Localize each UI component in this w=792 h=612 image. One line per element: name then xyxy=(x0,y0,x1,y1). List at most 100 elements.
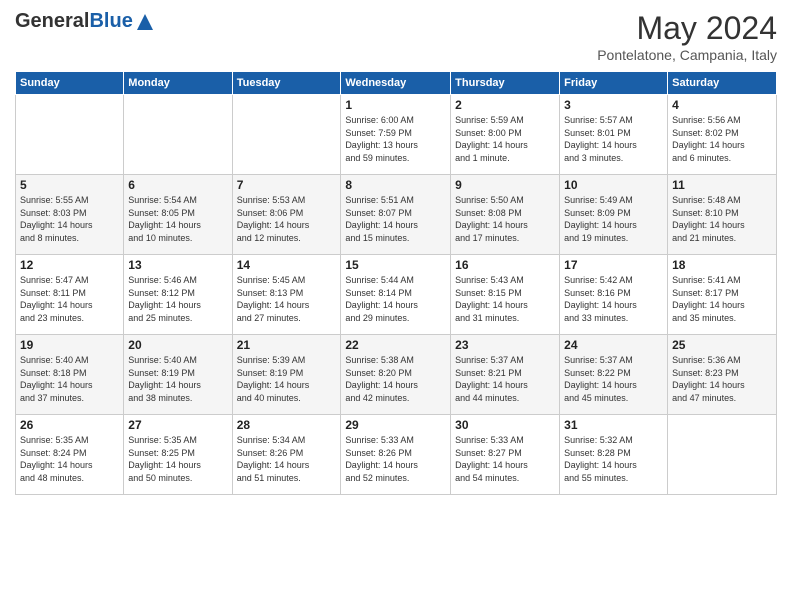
page: GeneralBlue May 2024 Pontelatone, Campan… xyxy=(0,0,792,612)
day-info: Sunrise: 5:33 AM Sunset: 8:27 PM Dayligh… xyxy=(455,434,555,484)
table-row: 3 Sunrise: 5:57 AM Sunset: 8:01 PM Daylig… xyxy=(560,95,668,175)
day-info: Sunrise: 5:57 AM Sunset: 8:01 PM Dayligh… xyxy=(564,114,663,164)
day-info: Sunrise: 5:37 AM Sunset: 8:22 PM Dayligh… xyxy=(564,354,663,404)
col-friday: Friday xyxy=(560,72,668,95)
day-number: 21 xyxy=(237,338,337,352)
week-row-0: 1Sunrise: 6:00 AM Sunset: 7:59 PM Daylig… xyxy=(16,95,777,175)
table-row: 26Sunrise: 5:35 AM Sunset: 8:24 PM Dayli… xyxy=(16,415,124,495)
logo-general-text: General xyxy=(15,10,89,32)
day-number: 27 xyxy=(128,418,227,432)
logo: GeneralBlue xyxy=(15,10,155,33)
col-sunday: Sunday xyxy=(16,72,124,95)
table-row: 22 Sunrise: 5:38 AM Sunset: 8:20 PM Dayli… xyxy=(341,335,451,415)
week-row-1: 5 Sunrise: 5:55 AM Sunset: 8:03 PM Daylig… xyxy=(16,175,777,255)
table-row: 8 Sunrise: 5:51 AM Sunset: 8:07 PM Daylig… xyxy=(341,175,451,255)
day-number: 10 xyxy=(564,178,663,192)
table-row: 23 Sunrise: 5:37 AM Sunset: 8:21 PM Dayli… xyxy=(451,335,560,415)
table-row: 10Sunrise: 5:49 AM Sunset: 8:09 PM Dayli… xyxy=(560,175,668,255)
day-info: Sunrise: 5:40 AM Sunset: 8:18 PM Dayligh… xyxy=(20,354,119,404)
table-row: 11 Sunrise: 5:48 AM Sunset: 8:10 PM Dayli… xyxy=(668,175,777,255)
day-info: Sunrise: 5:39 AM Sunset: 8:19 PM Dayligh… xyxy=(237,354,337,404)
day-info: Sunrise: 5:44 AM Sunset: 8:14 PM Dayligh… xyxy=(345,274,446,324)
week-row-2: 12Sunrise: 5:47 AM Sunset: 8:11 PM Dayli… xyxy=(16,255,777,335)
day-number: 5 xyxy=(20,178,119,192)
day-info: Sunrise: 5:54 AM Sunset: 8:05 PM Dayligh… xyxy=(128,194,227,244)
title-area: May 2024 Pontelatone, Campania, Italy xyxy=(597,10,777,63)
location: Pontelatone, Campania, Italy xyxy=(597,47,777,63)
day-number: 30 xyxy=(455,418,555,432)
day-info: Sunrise: 5:48 AM Sunset: 8:10 PM Dayligh… xyxy=(672,194,772,244)
day-info: Sunrise: 5:36 AM Sunset: 8:23 PM Dayligh… xyxy=(672,354,772,404)
col-saturday: Saturday xyxy=(668,72,777,95)
day-number: 11 xyxy=(672,178,772,192)
table-row: 19Sunrise: 5:40 AM Sunset: 8:18 PM Dayli… xyxy=(16,335,124,415)
day-number: 7 xyxy=(237,178,337,192)
week-row-3: 19Sunrise: 5:40 AM Sunset: 8:18 PM Dayli… xyxy=(16,335,777,415)
col-monday: Monday xyxy=(124,72,232,95)
day-info: Sunrise: 5:38 AM Sunset: 8:20 PM Dayligh… xyxy=(345,354,446,404)
day-number: 31 xyxy=(564,418,663,432)
table-row: 16 Sunrise: 5:43 AM Sunset: 8:15 PM Dayli… xyxy=(451,255,560,335)
day-info: Sunrise: 5:55 AM Sunset: 8:03 PM Dayligh… xyxy=(20,194,119,244)
day-info: Sunrise: 5:46 AM Sunset: 8:12 PM Dayligh… xyxy=(128,274,227,324)
calendar: Sunday Monday Tuesday Wednesday Thursday… xyxy=(15,71,777,495)
day-info: Sunrise: 5:56 AM Sunset: 8:02 PM Dayligh… xyxy=(672,114,772,164)
table-row: 5 Sunrise: 5:55 AM Sunset: 8:03 PM Daylig… xyxy=(16,175,124,255)
table-row: 7 Sunrise: 5:53 AM Sunset: 8:06 PM Daylig… xyxy=(232,175,341,255)
day-number: 22 xyxy=(345,338,446,352)
table-row: 9Sunrise: 5:50 AM Sunset: 8:08 PM Daylig… xyxy=(451,175,560,255)
day-info: Sunrise: 5:35 AM Sunset: 8:25 PM Dayligh… xyxy=(128,434,227,484)
col-tuesday: Tuesday xyxy=(232,72,341,95)
day-number: 2 xyxy=(455,98,555,112)
table-row: 31 Sunrise: 5:32 AM Sunset: 8:28 PM Dayli… xyxy=(560,415,668,495)
day-number: 23 xyxy=(455,338,555,352)
day-info: Sunrise: 5:33 AM Sunset: 8:26 PM Dayligh… xyxy=(345,434,446,484)
day-number: 15 xyxy=(345,258,446,272)
day-info: Sunrise: 5:34 AM Sunset: 8:26 PM Dayligh… xyxy=(237,434,337,484)
day-info: Sunrise: 5:41 AM Sunset: 8:17 PM Dayligh… xyxy=(672,274,772,324)
table-row: 6 Sunrise: 5:54 AM Sunset: 8:05 PM Daylig… xyxy=(124,175,232,255)
day-info: Sunrise: 5:45 AM Sunset: 8:13 PM Dayligh… xyxy=(237,274,337,324)
table-row: 25 Sunrise: 5:36 AM Sunset: 8:23 PM Dayli… xyxy=(668,335,777,415)
day-number: 16 xyxy=(455,258,555,272)
day-number: 4 xyxy=(672,98,772,112)
day-number: 6 xyxy=(128,178,227,192)
table-row: 29 Sunrise: 5:33 AM Sunset: 8:26 PM Dayli… xyxy=(341,415,451,495)
table-row xyxy=(668,415,777,495)
day-number: 29 xyxy=(345,418,446,432)
day-info: Sunrise: 5:51 AM Sunset: 8:07 PM Dayligh… xyxy=(345,194,446,244)
day-info: Sunrise: 5:47 AM Sunset: 8:11 PM Dayligh… xyxy=(20,274,119,324)
table-row: 14 Sunrise: 5:45 AM Sunset: 8:13 PM Dayli… xyxy=(232,255,341,335)
day-number: 3 xyxy=(564,98,663,112)
day-info: Sunrise: 5:32 AM Sunset: 8:28 PM Dayligh… xyxy=(564,434,663,484)
table-row xyxy=(16,95,124,175)
day-info: Sunrise: 5:59 AM Sunset: 8:00 PM Dayligh… xyxy=(455,114,555,164)
table-row: 15 Sunrise: 5:44 AM Sunset: 8:14 PM Dayli… xyxy=(341,255,451,335)
table-row xyxy=(232,95,341,175)
table-row: 20Sunrise: 5:40 AM Sunset: 8:19 PM Dayli… xyxy=(124,335,232,415)
table-row: 2 Sunrise: 5:59 AM Sunset: 8:00 PM Daylig… xyxy=(451,95,560,175)
table-row: 30 Sunrise: 5:33 AM Sunset: 8:27 PM Dayli… xyxy=(451,415,560,495)
day-number: 20 xyxy=(128,338,227,352)
table-row: 21 Sunrise: 5:39 AM Sunset: 8:19 PM Dayli… xyxy=(232,335,341,415)
day-info: Sunrise: 5:37 AM Sunset: 8:21 PM Dayligh… xyxy=(455,354,555,404)
day-info: Sunrise: 5:35 AM Sunset: 8:24 PM Dayligh… xyxy=(20,434,119,484)
day-number: 8 xyxy=(345,178,446,192)
table-row: 28 Sunrise: 5:34 AM Sunset: 8:26 PM Dayli… xyxy=(232,415,341,495)
table-row: 18Sunrise: 5:41 AM Sunset: 8:17 PM Dayli… xyxy=(668,255,777,335)
table-row xyxy=(124,95,232,175)
day-number: 14 xyxy=(237,258,337,272)
table-row: 13Sunrise: 5:46 AM Sunset: 8:12 PM Dayli… xyxy=(124,255,232,335)
day-number: 25 xyxy=(672,338,772,352)
table-row: 17Sunrise: 5:42 AM Sunset: 8:16 PM Dayli… xyxy=(560,255,668,335)
day-info: Sunrise: 5:42 AM Sunset: 8:16 PM Dayligh… xyxy=(564,274,663,324)
day-number: 28 xyxy=(237,418,337,432)
week-row-4: 26Sunrise: 5:35 AM Sunset: 8:24 PM Dayli… xyxy=(16,415,777,495)
day-info: Sunrise: 5:53 AM Sunset: 8:06 PM Dayligh… xyxy=(237,194,337,244)
day-number: 1 xyxy=(345,98,446,112)
day-number: 24 xyxy=(564,338,663,352)
day-info: Sunrise: 5:43 AM Sunset: 8:15 PM Dayligh… xyxy=(455,274,555,324)
table-row: 12Sunrise: 5:47 AM Sunset: 8:11 PM Dayli… xyxy=(16,255,124,335)
table-row: 27 Sunrise: 5:35 AM Sunset: 8:25 PM Dayli… xyxy=(124,415,232,495)
logo-icon xyxy=(135,12,155,32)
